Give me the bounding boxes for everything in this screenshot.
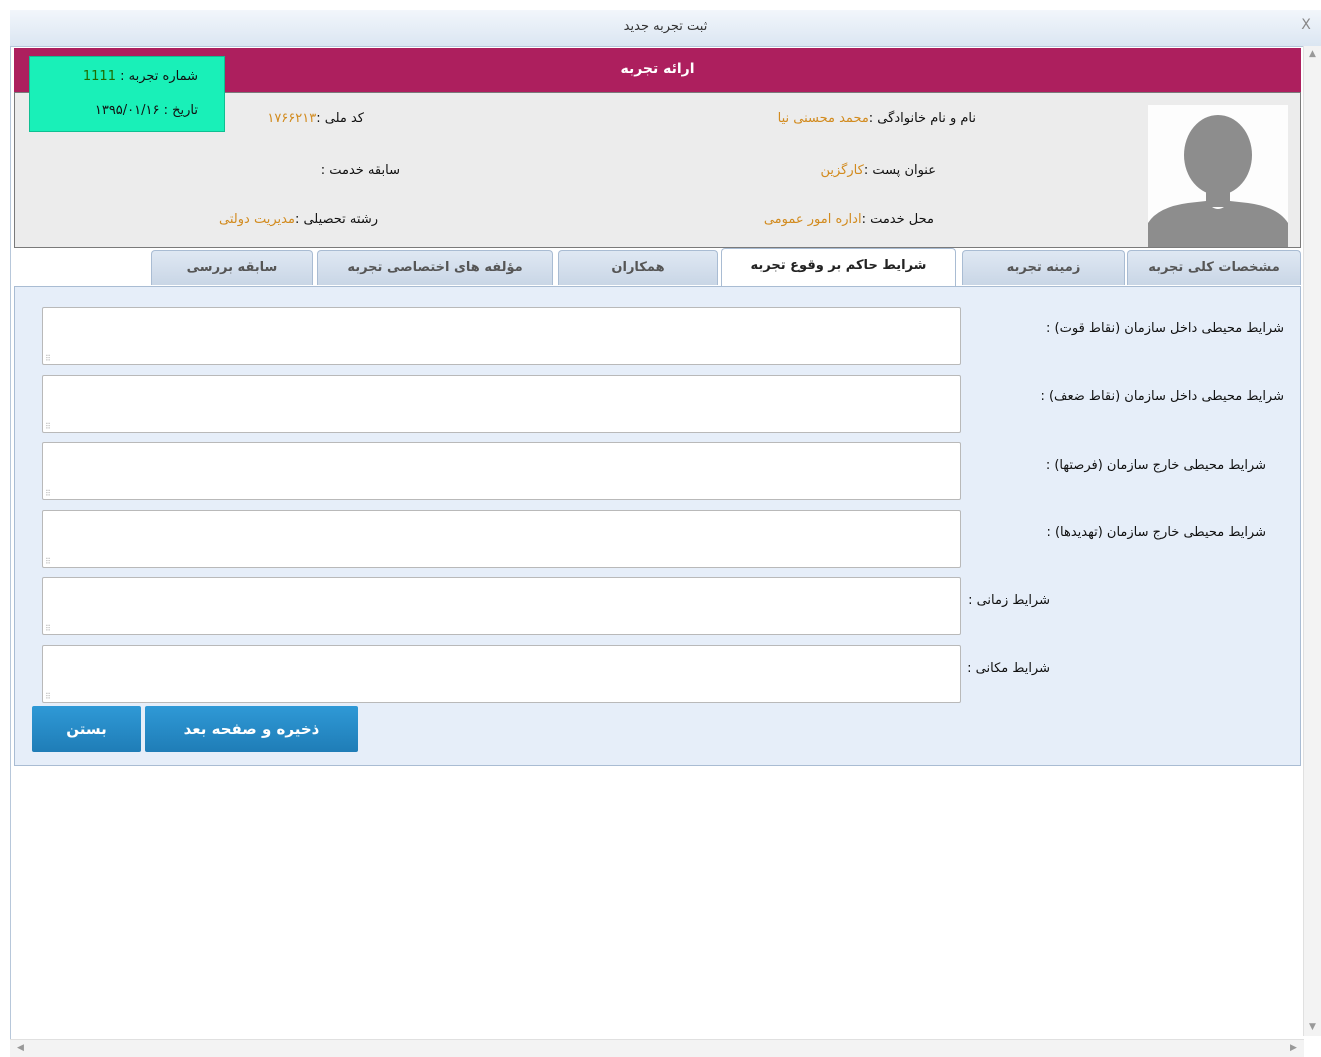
- opportunities-textarea[interactable]: ⠿: [42, 442, 961, 500]
- experience-badge: شماره تجربه : 1111 تاریخ : ۱۳۹۵/۰۱/۱۶: [29, 56, 225, 132]
- resize-grip-icon[interactable]: ⠿: [45, 355, 51, 363]
- national-code-label: کد ملی :: [316, 111, 364, 126]
- threats-label: شرایط محیطی خارج سازمان (تهدیدها) :: [1046, 525, 1266, 540]
- time-conditions-textarea[interactable]: ⠿: [42, 577, 961, 635]
- horizontal-scrollbar[interactable]: ◀ ▶: [10, 1039, 1304, 1057]
- tab-experience-context[interactable]: زمینه تجربه: [962, 250, 1125, 285]
- close-icon[interactable]: X: [1297, 16, 1315, 34]
- national-code-row: کد ملی :۱۷۶۶۲۱۳: [267, 111, 364, 126]
- workplace-row: محل خدمت :اداره امور عمومی: [764, 212, 934, 227]
- workplace-label: محل خدمت :: [861, 212, 934, 227]
- national-code-value: ۱۷۶۶۲۱۳: [267, 111, 317, 126]
- tab-specific-components[interactable]: مؤلفه های اختصاصی تجربه: [317, 250, 553, 285]
- experience-date-label: تاریخ :: [159, 103, 198, 118]
- experience-number-value: 1111: [82, 69, 116, 84]
- position-row: عنوان پست :کارگزین: [821, 163, 937, 178]
- field-of-study-row: رشته تحصیلی :مدیریت دولتی: [219, 212, 378, 227]
- resize-grip-icon[interactable]: ⠿: [45, 558, 51, 566]
- time-conditions-label: شرایط زمانی :: [968, 593, 1050, 608]
- name-label: نام و نام خانوادگی :: [868, 111, 976, 126]
- tab-governing-conditions[interactable]: شرایط حاکم بر وقوع تجربه: [721, 248, 956, 288]
- field-of-study-label: رشته تحصیلی :: [294, 212, 378, 227]
- position-value: کارگزین: [820, 163, 864, 178]
- close-button[interactable]: بستن: [32, 706, 141, 752]
- service-history-label: سابقه خدمت :: [320, 163, 400, 178]
- tab-bar: مشخصات کلی تجربه زمینه تجربه شرایط حاکم …: [14, 248, 1301, 288]
- tab-general-specs[interactable]: مشخصات کلی تجربه: [1127, 250, 1301, 285]
- place-conditions-label: شرایط مکانی :: [967, 661, 1050, 676]
- workplace-value: اداره امور عمومی: [763, 212, 862, 227]
- place-conditions-textarea[interactable]: ⠿: [42, 645, 961, 703]
- window-title: ثبت تجربه جدید: [623, 19, 708, 34]
- tab-content-panel: شرایط محیطی داخل سازمان (نقاط قوت) : ⠿ ش…: [14, 286, 1301, 766]
- name-row: نام و نام خانوادگی :محمد محسنی نیا: [778, 111, 976, 126]
- scroll-down-icon[interactable]: ▼: [1304, 1019, 1321, 1036]
- resize-grip-icon[interactable]: ⠿: [45, 423, 51, 431]
- tab-review-history[interactable]: سابقه بررسی: [151, 250, 313, 285]
- weaknesses-textarea[interactable]: ⠿: [42, 375, 961, 433]
- experience-date-value: ۱۳۹۵/۰۱/۱۶: [94, 103, 160, 118]
- save-next-button[interactable]: ذخیره و صفحه بعد: [145, 706, 358, 752]
- scroll-up-icon[interactable]: ▲: [1304, 46, 1321, 63]
- field-of-study-value: مدیریت دولتی: [219, 212, 295, 227]
- experience-number: شماره تجربه : 1111: [83, 69, 198, 84]
- experience-date: تاریخ : ۱۳۹۵/۰۱/۱۶: [95, 103, 198, 118]
- threats-textarea[interactable]: ⠿: [42, 510, 961, 568]
- scroll-left-icon[interactable]: ◀: [12, 1040, 29, 1057]
- strengths-label: شرایط محیطی داخل سازمان (نقاط قوت) :: [1046, 321, 1284, 336]
- user-silhouette-icon: [1148, 105, 1288, 247]
- strengths-textarea[interactable]: ⠿: [42, 307, 961, 365]
- vertical-scrollbar[interactable]: ▲ ▼: [1303, 46, 1321, 1036]
- scroll-right-icon[interactable]: ▶: [1285, 1040, 1302, 1057]
- resize-grip-icon[interactable]: ⠿: [45, 693, 51, 701]
- experience-number-label: شماره تجربه :: [115, 69, 198, 84]
- weaknesses-label: شرایط محیطی داخل سازمان (نقاط ضعف) :: [1040, 389, 1284, 404]
- resize-grip-icon[interactable]: ⠿: [45, 625, 51, 633]
- position-label: عنوان پست :: [863, 163, 936, 178]
- resize-grip-icon[interactable]: ⠿: [45, 490, 51, 498]
- window-titlebar: ثبت تجربه جدید X: [10, 10, 1321, 47]
- tab-colleagues[interactable]: همکاران: [558, 250, 718, 285]
- opportunities-label: شرایط محیطی خارج سازمان (فرصتها) :: [1045, 458, 1266, 473]
- name-value: محمد محسنی نیا: [777, 111, 869, 126]
- service-history-row: سابقه خدمت :: [321, 163, 400, 178]
